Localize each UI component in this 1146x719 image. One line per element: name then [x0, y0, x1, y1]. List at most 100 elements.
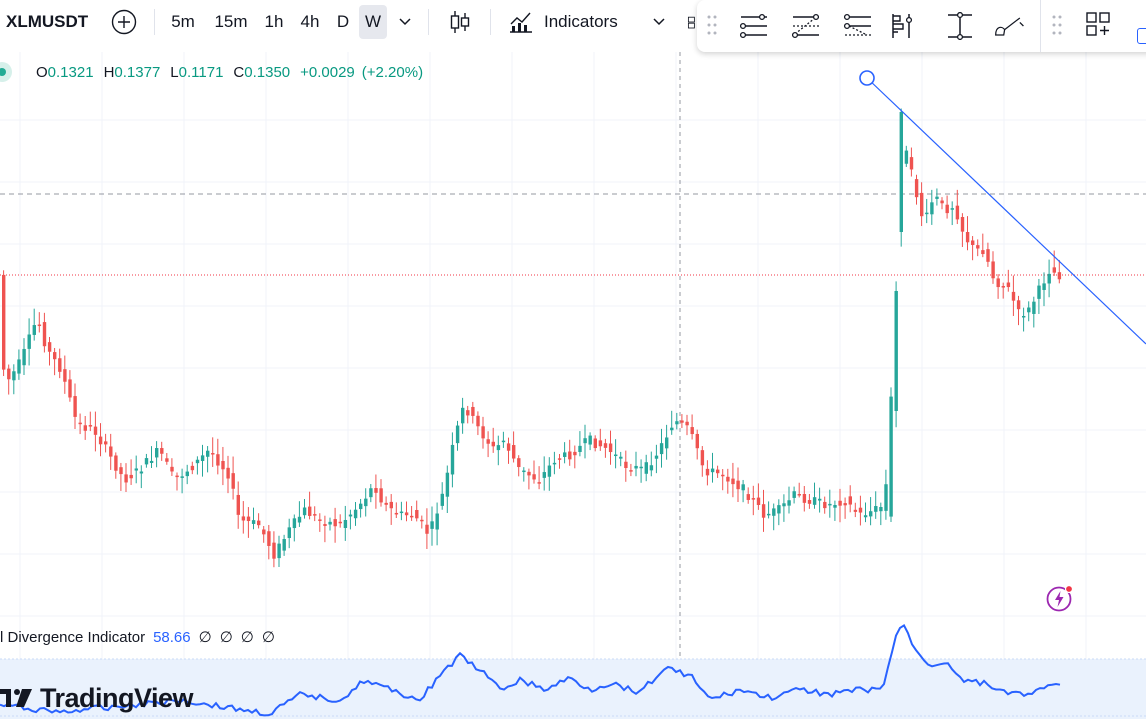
- candle-body: [930, 202, 934, 215]
- candle-body: [649, 465, 654, 471]
- candle-body: [486, 439, 490, 444]
- tradingview-logo[interactable]: TradingView: [0, 680, 194, 716]
- fib-retracement-tool[interactable]: [789, 8, 823, 44]
- trendline-anchor-handle[interactable]: [859, 70, 875, 86]
- indicator-legend[interactable]: l Divergence Indicator 58.66 ∅ ∅ ∅ ∅: [0, 628, 275, 647]
- candle-body: [384, 502, 388, 505]
- candle-body: [568, 451, 572, 460]
- candle-body: [848, 496, 852, 505]
- candle-body: [262, 529, 266, 535]
- candle-body: [364, 498, 368, 507]
- candle-body: [807, 500, 812, 504]
- candle-body: [200, 455, 205, 461]
- candle-body: [894, 291, 898, 411]
- candle-body: [251, 520, 256, 524]
- candle-body: [170, 466, 174, 472]
- candle-body: [971, 240, 975, 245]
- candle-body: [583, 438, 587, 444]
- layout-button[interactable]: [1081, 6, 1115, 42]
- candle-body: [1032, 301, 1036, 314]
- candle-body: [797, 494, 801, 496]
- price-chart[interactable]: [0, 0, 1146, 719]
- candle-body: [670, 427, 674, 431]
- candle-body: [2, 274, 6, 370]
- open-key: O: [36, 64, 48, 81]
- lightning-icon[interactable]: [1046, 584, 1074, 612]
- candle-body: [945, 204, 949, 214]
- candle-body: [950, 208, 954, 210]
- candle-body: [598, 440, 603, 447]
- candle-body: [624, 461, 628, 469]
- candle-body: [195, 459, 200, 464]
- candle-body: [160, 448, 164, 454]
- candle-body: [389, 501, 393, 509]
- candle-body: [180, 476, 184, 478]
- candle-body: [272, 542, 276, 559]
- candlestick-series: [2, 108, 1062, 568]
- candle-body: [430, 521, 434, 529]
- candle-body: [517, 458, 521, 468]
- candle-body: [573, 451, 577, 456]
- candle-body: [782, 503, 786, 507]
- drawing-toolbar: [697, 0, 1146, 52]
- candle-body: [858, 507, 863, 513]
- candle-body: [700, 450, 705, 466]
- candle-body: [644, 462, 648, 474]
- drag-handle-icon[interactable]: [707, 14, 717, 36]
- candle-body: [634, 465, 638, 469]
- candle-body: [920, 192, 924, 217]
- price-range-icon: [948, 12, 972, 40]
- candle-body: [608, 443, 613, 453]
- fib-extension-tool[interactable]: [841, 8, 875, 44]
- candle-body: [680, 420, 684, 423]
- candle-body: [935, 196, 939, 199]
- candle-body: [695, 433, 699, 449]
- candle-body: [756, 497, 761, 505]
- candle-body: [257, 520, 261, 526]
- candle-body: [435, 513, 439, 530]
- candle-body: [659, 443, 664, 455]
- candle-body: [379, 488, 383, 503]
- candle-body: [165, 458, 169, 462]
- candle-body: [302, 507, 307, 516]
- candle-body: [17, 359, 21, 374]
- candle-body: [537, 482, 541, 484]
- drawing-toolbar-divider: [1040, 0, 1041, 52]
- candle-body: [578, 445, 582, 452]
- candle-body: [1006, 282, 1011, 288]
- close-value: 0.1350: [244, 64, 291, 81]
- horizontal-lines-tool[interactable]: [737, 8, 771, 44]
- candle-body: [53, 352, 57, 360]
- candle-body: [991, 261, 995, 279]
- candle-body: [277, 543, 281, 559]
- candle-body: [593, 438, 597, 449]
- candle-body: [1042, 283, 1046, 290]
- candle-body: [981, 250, 985, 255]
- tradingview-logo-icon: [0, 689, 32, 707]
- candle-body: [359, 503, 363, 510]
- low-key: L: [170, 64, 179, 81]
- candle-body: [996, 278, 1000, 288]
- candle-body: [129, 474, 133, 479]
- trendline[interactable]: [866, 77, 1146, 345]
- candle-body: [869, 511, 873, 517]
- indicator-name[interactable]: l Divergence Indicator: [0, 629, 145, 646]
- drag-handle-icon[interactable]: [1052, 14, 1062, 36]
- candle-body: [726, 476, 730, 482]
- long-position-tool[interactable]: [887, 8, 921, 44]
- candle-body: [450, 444, 455, 475]
- candle-body: [843, 503, 847, 506]
- candle-body: [746, 494, 750, 500]
- stay-in-drawing-mode-toggle[interactable]: [1137, 28, 1146, 44]
- candle-body: [190, 465, 195, 471]
- layout-icon: [1086, 12, 1110, 36]
- candle-body: [557, 458, 562, 460]
- candle-body: [139, 471, 144, 474]
- candle-body: [410, 515, 414, 518]
- brush-tool[interactable]: [993, 8, 1027, 44]
- candle-body: [338, 521, 342, 524]
- candle-body: [12, 371, 16, 381]
- candle-body: [323, 524, 327, 526]
- price-range-tool[interactable]: [943, 8, 977, 44]
- high-key: H: [103, 64, 115, 81]
